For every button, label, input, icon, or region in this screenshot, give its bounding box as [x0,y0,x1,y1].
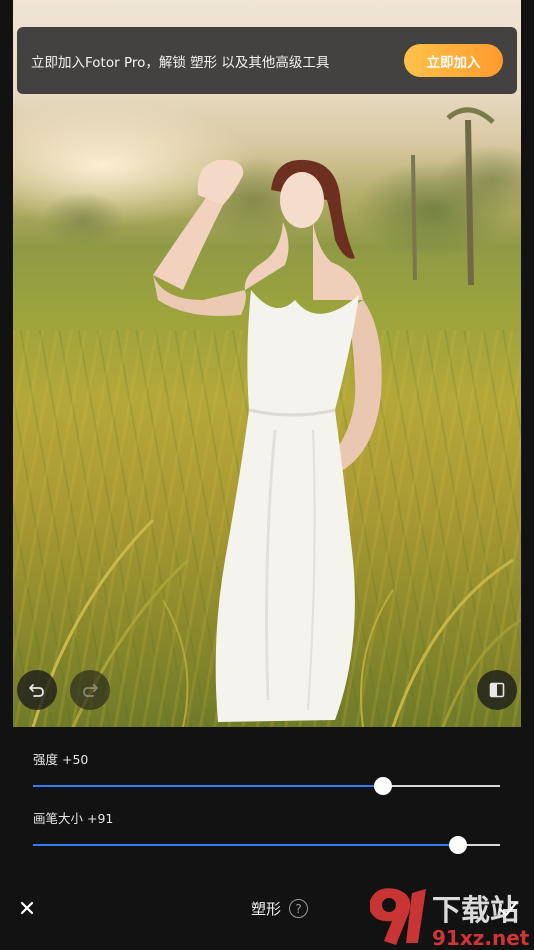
site-watermark: 下载站 91xz.net [370,888,530,950]
woman-figure [31,107,521,727]
join-pro-button[interactable]: 立即加入 [404,44,503,77]
pro-upgrade-banner: 立即加入Fotor Pro，解锁 塑形 以及其他高级工具 立即加入 [17,27,517,94]
watermark-bottom-text: 91xz.net [432,926,530,950]
banner-message: 立即加入Fotor Pro，解锁 塑形 以及其他高级工具 [31,54,330,71]
intensity-slider-thumb[interactable] [374,777,393,795]
intensity-slider-fill [33,785,384,787]
watermark-top-text: 下载站 [432,893,519,927]
tool-title: 塑形 [251,900,282,918]
intensity-slider[interactable] [33,777,500,795]
redo-button[interactable] [70,670,110,710]
compare-icon [489,682,505,698]
brush-size-slider-thumb[interactable] [448,836,467,854]
undo-button[interactable] [17,670,57,710]
photo-canvas[interactable] [13,0,521,727]
brush-size-slider-fill [33,844,458,846]
redo-icon [83,684,98,697]
brush-size-label: 画笔大小 +91 [33,811,114,826]
compare-button[interactable] [477,670,517,710]
close-icon[interactable] [16,897,38,919]
brush-size-slider[interactable] [33,836,500,854]
intensity-label: 强度 +50 [33,752,89,767]
undo-icon [29,684,44,697]
help-icon[interactable]: ? [289,899,308,918]
